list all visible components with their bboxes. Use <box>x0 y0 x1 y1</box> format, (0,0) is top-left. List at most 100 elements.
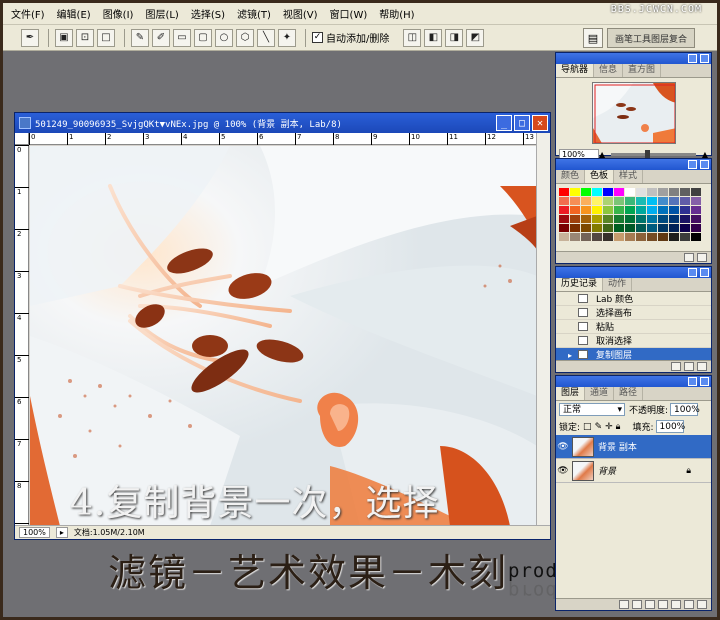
color-swatch[interactable] <box>559 206 569 214</box>
lock-image-icon[interactable]: ✎ <box>595 422 603 432</box>
color-swatch[interactable] <box>658 197 668 205</box>
eye-icon[interactable]: 👁︎ <box>556 466 570 476</box>
layer-name[interactable]: 背景 <box>598 464 616 477</box>
color-swatch[interactable] <box>647 233 657 241</box>
new-group-icon[interactable] <box>671 600 681 609</box>
opacity-field[interactable]: 100% <box>670 403 700 416</box>
menu-window[interactable]: 窗口(W) <box>330 6 368 21</box>
color-swatch[interactable] <box>680 233 690 241</box>
panel-close-icon[interactable] <box>700 54 709 63</box>
color-swatch[interactable] <box>592 188 602 196</box>
color-swatch[interactable] <box>581 224 591 232</box>
color-swatch[interactable] <box>680 206 690 214</box>
color-swatch[interactable] <box>647 215 657 223</box>
tab-navigator[interactable]: 导航器 <box>556 64 595 77</box>
lock-position-icon[interactable]: ✛ <box>605 422 613 432</box>
layer-name[interactable]: 背景 副本 <box>598 440 637 453</box>
tab-actions[interactable]: 动作 <box>603 278 633 291</box>
color-swatch[interactable] <box>691 224 701 232</box>
color-swatch[interactable] <box>680 215 690 223</box>
path-intersect-icon[interactable]: ◨ <box>445 28 464 47</box>
polygon-icon[interactable]: ⬡ <box>236 28 254 47</box>
color-swatch[interactable] <box>669 206 679 214</box>
color-swatch[interactable] <box>581 206 591 214</box>
color-swatch[interactable] <box>581 188 591 196</box>
color-swatch[interactable] <box>559 233 569 241</box>
color-swatch[interactable] <box>691 197 701 205</box>
rectangle-icon[interactable]: ▭ <box>173 28 191 47</box>
new-swatch-icon[interactable] <box>684 253 694 262</box>
ellipse-icon[interactable]: ○ <box>215 28 233 47</box>
color-swatch[interactable] <box>559 188 569 196</box>
color-swatch[interactable] <box>636 224 646 232</box>
history-item[interactable]: 取消选择 <box>556 334 711 348</box>
color-swatch[interactable] <box>669 224 679 232</box>
history-item[interactable]: ▸ 复制图层 <box>556 348 711 360</box>
color-swatch[interactable] <box>625 215 635 223</box>
color-swatch[interactable] <box>636 188 646 196</box>
tab-layers[interactable]: 图层 <box>556 387 586 400</box>
color-swatch[interactable] <box>647 197 657 205</box>
minimize-icon[interactable]: _ <box>496 115 512 131</box>
menu-edit[interactable]: 编辑(E) <box>57 6 91 21</box>
color-swatch[interactable] <box>614 215 624 223</box>
panel-close-icon[interactable] <box>700 377 709 386</box>
panel-titlebar[interactable] <box>556 159 711 170</box>
color-swatch[interactable] <box>658 224 668 232</box>
doc-zoom-field[interactable]: 100% <box>19 527 50 538</box>
color-swatch[interactable] <box>570 233 580 241</box>
fill-pixels-icon[interactable]: □ <box>97 28 115 47</box>
color-swatch[interactable] <box>669 197 679 205</box>
color-swatch[interactable] <box>614 206 624 214</box>
layer-row[interactable]: 👁︎ 背景 🔒︎ <box>556 459 711 483</box>
color-swatch[interactable] <box>680 188 690 196</box>
image-canvas[interactable] <box>30 146 537 526</box>
status-menu-icon[interactable]: ▸ <box>55 527 68 538</box>
color-swatch[interactable] <box>592 206 602 214</box>
rounded-rectangle-icon[interactable]: ▢ <box>194 28 212 47</box>
color-swatch[interactable] <box>625 233 635 241</box>
palette-well[interactable]: 画笔工具图层复合 <box>607 28 695 48</box>
color-swatch[interactable] <box>669 188 679 196</box>
layer-style-icon[interactable] <box>632 600 642 609</box>
color-swatch[interactable] <box>669 233 679 241</box>
horizontal-ruler[interactable]: 0 1 2 3 4 5 6 7 8 9 10 11 12 13 <box>29 133 537 145</box>
color-swatch[interactable] <box>680 224 690 232</box>
vertical-ruler[interactable]: 0123456789 <box>15 145 29 532</box>
tab-styles[interactable]: 样式 <box>614 170 644 183</box>
lock-all-icon[interactable]: 🔒︎ <box>616 422 621 432</box>
panel-minimize-icon[interactable] <box>688 160 697 169</box>
panel-minimize-icon[interactable] <box>688 54 697 63</box>
color-swatch[interactable] <box>603 197 613 205</box>
color-swatch[interactable] <box>592 215 602 223</box>
paths-mode-icon[interactable]: ⊡ <box>76 28 94 47</box>
color-swatch[interactable] <box>581 197 591 205</box>
color-swatch[interactable] <box>636 197 646 205</box>
color-swatch[interactable] <box>691 215 701 223</box>
panel-titlebar[interactable] <box>556 53 711 64</box>
history-item[interactable]: 粘贴 <box>556 320 711 334</box>
blend-mode-select[interactable]: 正常 ▾ <box>559 403 625 416</box>
tab-paths[interactable]: 路径 <box>614 387 644 400</box>
color-swatch[interactable] <box>680 197 690 205</box>
color-swatch[interactable] <box>581 233 591 241</box>
delete-swatch-icon[interactable] <box>697 253 707 262</box>
pen-tool-icon[interactable]: ✒ <box>21 28 39 47</box>
new-document-from-state-icon[interactable] <box>671 362 681 371</box>
color-swatch[interactable] <box>603 215 613 223</box>
panel-minimize-icon[interactable] <box>688 268 697 277</box>
zoom-slider[interactable] <box>611 149 696 159</box>
color-swatch[interactable] <box>691 206 701 214</box>
color-swatch[interactable] <box>647 188 657 196</box>
eye-icon[interactable]: 👁︎ <box>556 442 570 452</box>
color-swatch[interactable] <box>570 215 580 223</box>
tab-color[interactable]: 颜色 <box>556 170 586 183</box>
link-layers-icon[interactable] <box>619 600 629 609</box>
menu-filter[interactable]: 滤镜(T) <box>237 6 271 21</box>
adjustment-layer-icon[interactable] <box>658 600 668 609</box>
color-swatch[interactable] <box>570 224 580 232</box>
document-titlebar[interactable]: 501249_90096935_SvjgQKt▼vNEx.jpg @ 100% … <box>15 113 550 133</box>
color-swatch[interactable] <box>691 188 701 196</box>
color-swatch[interactable] <box>570 188 580 196</box>
color-swatch[interactable] <box>614 224 624 232</box>
